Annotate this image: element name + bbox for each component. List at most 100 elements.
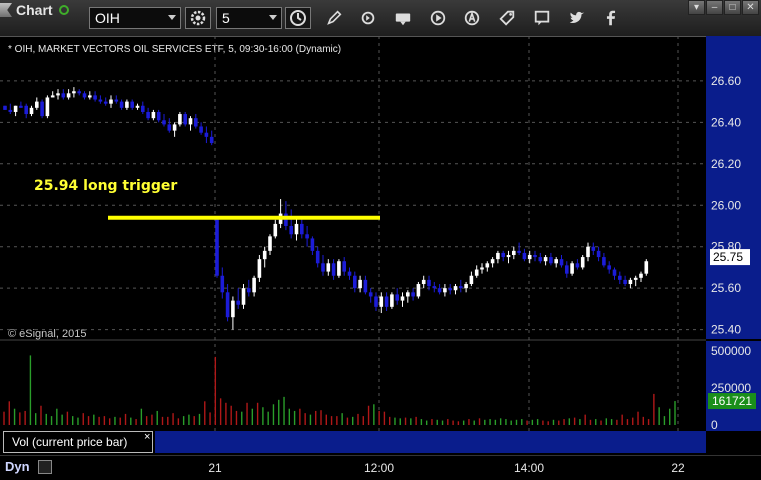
candle-body — [586, 246, 590, 258]
pencil-icon[interactable] — [324, 9, 344, 27]
candle-body — [358, 279, 362, 289]
tag-icon[interactable] — [497, 9, 517, 27]
candle-body — [575, 263, 580, 268]
volume-study-label[interactable]: Vol (current price bar) — [3, 431, 153, 453]
time-template-button[interactable] — [285, 7, 311, 29]
candle-body — [453, 286, 458, 291]
time-tick-label: 22 — [671, 461, 685, 475]
play-icon[interactable] — [428, 9, 448, 27]
chevron-down-icon[interactable] — [168, 15, 176, 20]
lock-icon[interactable] — [38, 460, 52, 474]
alert-icon[interactable] — [462, 9, 482, 27]
refresh-icon[interactable] — [358, 9, 378, 27]
candle-body — [538, 257, 543, 262]
candle-body — [347, 271, 352, 276]
gear-icon — [190, 10, 206, 26]
candle-body — [109, 99, 113, 104]
candle-body — [490, 259, 495, 264]
study-label-bar — [155, 431, 706, 453]
time-tick-label: 12:00 — [363, 461, 395, 475]
chat-icon[interactable] — [532, 9, 552, 27]
candle-body — [310, 238, 315, 251]
candle-body — [395, 294, 399, 301]
candle-body — [35, 101, 39, 108]
candle-body — [549, 257, 553, 264]
candle-body — [300, 223, 304, 235]
twitter-icon[interactable] — [567, 9, 587, 27]
interval-input[interactable]: 5 — [216, 7, 282, 29]
candle-body — [384, 296, 389, 307]
facebook-icon[interactable] — [601, 9, 621, 27]
candle-body — [427, 279, 431, 287]
candle-body — [231, 300, 235, 318]
candle-body — [220, 275, 225, 293]
candle-body — [607, 265, 611, 270]
candle-body — [257, 259, 262, 278]
candle-body — [199, 126, 203, 133]
dyn-label[interactable]: Dyn — [5, 459, 30, 474]
candle-body — [114, 99, 119, 102]
trigger-annotation: 25.94 long trigger — [34, 178, 177, 194]
symbol-input[interactable]: OIH — [89, 7, 181, 29]
grid — [0, 36, 706, 431]
candle-body — [390, 294, 394, 307]
maximize-button[interactable]: □ — [724, 0, 741, 15]
chevron-down-icon[interactable] — [269, 15, 277, 20]
candle-body — [178, 114, 182, 125]
chart-header: * OIH, MARKET VECTORS OIL SERVICES ETF, … — [8, 44, 341, 55]
candle-body — [204, 132, 209, 137]
candle-body — [331, 263, 336, 276]
close-button[interactable]: ✕ — [742, 0, 759, 15]
window-menu-button[interactable]: ▾ — [688, 0, 705, 15]
candle-body — [612, 269, 617, 276]
time-tick-label: 14:00 — [513, 461, 545, 475]
price-tick-label: 25.40 — [711, 323, 741, 337]
candle-body — [305, 234, 309, 239]
candle-body — [209, 136, 214, 144]
candle-body — [485, 263, 490, 268]
get-icon[interactable] — [393, 9, 413, 27]
candle-body — [437, 288, 442, 293]
candle-body — [45, 97, 50, 117]
volume-tick-label: 250000 — [711, 381, 751, 395]
candle-body — [225, 292, 230, 318]
close-study-icon[interactable]: × — [144, 431, 150, 443]
candle-body — [284, 213, 288, 226]
chart-title-label: Chart — [16, 2, 53, 18]
candle-body — [3, 105, 7, 110]
clock-icon — [290, 10, 306, 26]
price-tick-label: 26.20 — [711, 157, 741, 171]
candle-body — [602, 257, 606, 266]
price-axis-background[interactable] — [706, 36, 761, 431]
candle-body — [119, 101, 124, 108]
candle-body — [337, 261, 341, 276]
candle-body — [130, 101, 134, 108]
candle-body — [88, 95, 92, 98]
candle-body — [501, 252, 505, 258]
candle-body — [66, 93, 71, 98]
candle-body — [294, 223, 299, 235]
chart-area[interactable]: * OIH, MARKET VECTORS OIL SERVICES ETF, … — [0, 36, 761, 431]
candle-body — [363, 279, 368, 293]
candle-body — [432, 286, 437, 289]
candle-body — [141, 105, 145, 112]
candle-body — [459, 286, 463, 289]
candle-body — [19, 105, 23, 108]
candle-body — [469, 275, 474, 285]
candle-body — [135, 105, 140, 108]
price-tick-label: 26.00 — [711, 198, 741, 212]
candle-body — [639, 273, 643, 278]
price-tick-label: 26.40 — [711, 115, 741, 129]
candle-body — [527, 255, 532, 260]
candle-body — [321, 263, 325, 272]
minimize-button[interactable]: – — [706, 0, 723, 15]
candle-body — [554, 259, 558, 264]
symbol-settings-button[interactable] — [185, 7, 211, 29]
candle-body — [236, 300, 240, 305]
candle-body — [411, 292, 415, 297]
candle-body — [623, 279, 627, 285]
candlestick-series — [3, 87, 649, 330]
candle-body — [448, 288, 452, 291]
last-price-label: 25.75 — [713, 250, 743, 264]
link-status-icon[interactable] — [58, 5, 69, 15]
